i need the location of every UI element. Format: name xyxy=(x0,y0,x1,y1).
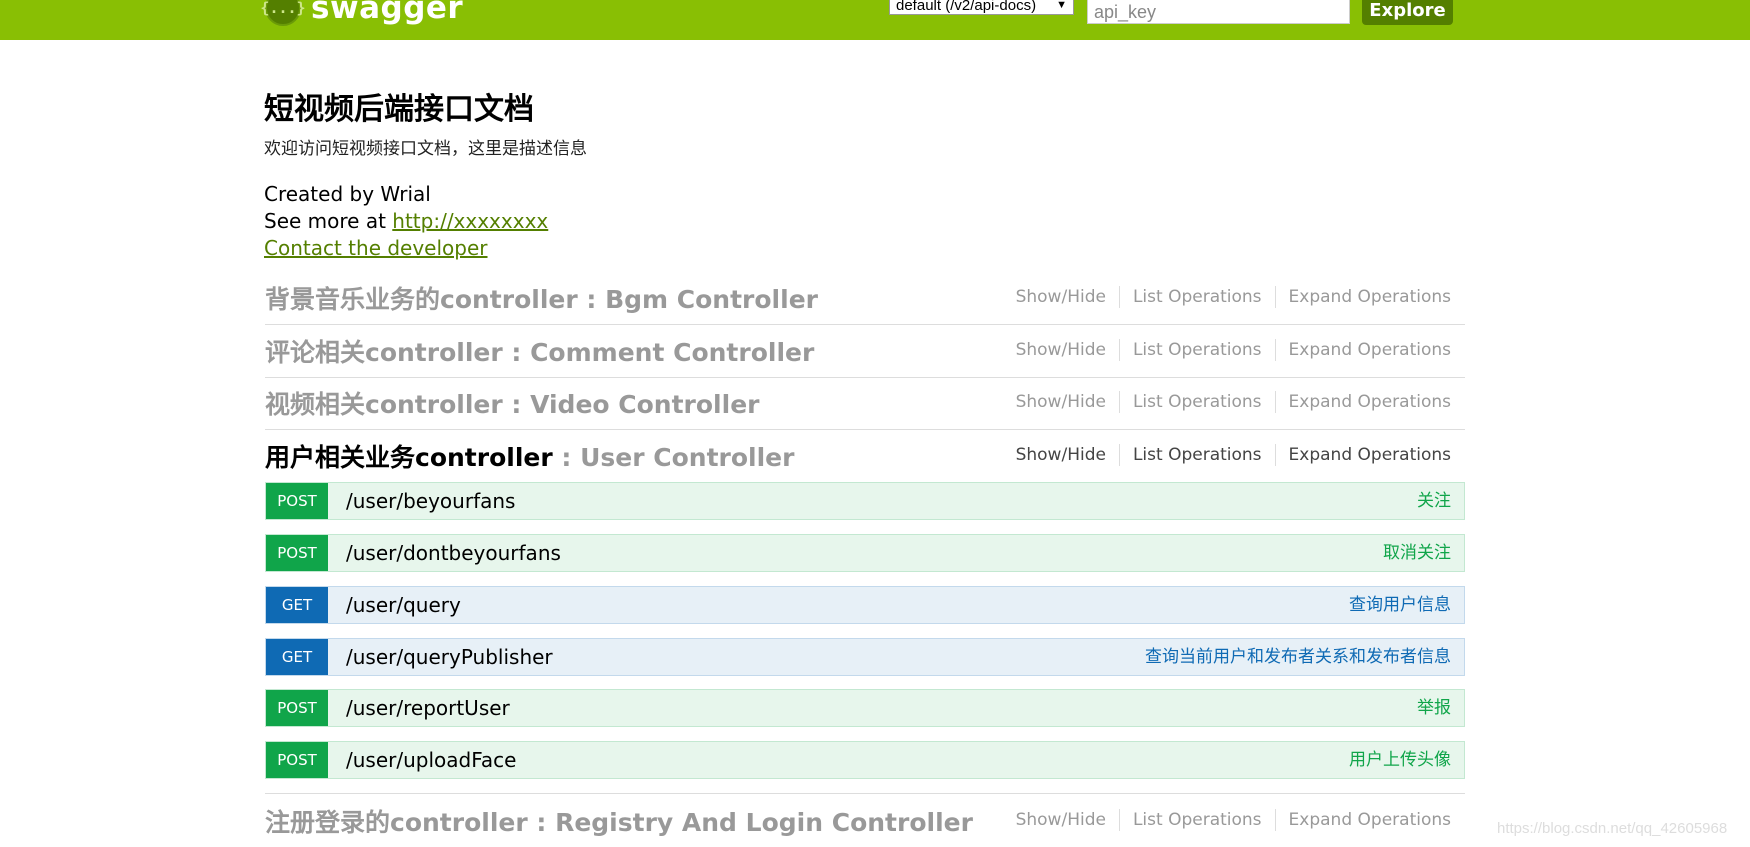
method-badge-post[interactable]: POST xyxy=(266,742,328,778)
method-badge-get[interactable]: GET xyxy=(266,639,328,675)
page-title: 短视频后端接口文档 xyxy=(264,92,534,127)
operation-row[interactable]: GET /user/queryPublisher 查询当前用户和发布者关系和发布… xyxy=(265,638,1465,676)
resource-title[interactable]: 注册登录的controller : Registry And Login Con… xyxy=(265,803,973,839)
explore-button[interactable]: Explore xyxy=(1362,0,1453,25)
expand-operations-link[interactable]: Expand Operations xyxy=(1289,340,1451,360)
spec-select-value: default (/v2/api-docs) xyxy=(896,0,1037,14)
top-bar: {...} swagger default (/v2/api-docs) ▼ a… xyxy=(0,0,1750,40)
show-hide-link[interactable]: Show/Hide xyxy=(1016,392,1106,412)
resource-title[interactable]: 用户相关业务controller : User Controller xyxy=(265,438,794,474)
show-hide-link[interactable]: Show/Hide xyxy=(1016,445,1106,465)
operation-summary[interactable]: 用户上传头像 xyxy=(1349,742,1451,778)
method-badge-post[interactable]: POST xyxy=(266,690,328,726)
operation-row[interactable]: POST /user/reportUser 举报 xyxy=(265,689,1465,727)
resource-registry-login-controller: 注册登录的controller : Registry And Login Con… xyxy=(265,795,1465,847)
list-operations-link[interactable]: List Operations xyxy=(1133,340,1262,360)
resource-actions: Show/Hide List Operations Expand Operati… xyxy=(1016,444,1451,466)
expand-operations-link[interactable]: Expand Operations xyxy=(1289,445,1451,465)
api-key-input[interactable]: api_key xyxy=(1087,0,1350,24)
operation-summary[interactable]: 关注 xyxy=(1417,483,1451,519)
api-description: 欢迎访问短视频接口文档，这里是描述信息 xyxy=(264,139,587,159)
operation-path[interactable]: /user/uploadFace xyxy=(346,742,516,778)
method-badge-post[interactable]: POST xyxy=(266,483,328,519)
see-more-line: See more at http://xxxxxxxx xyxy=(264,209,548,233)
operation-row[interactable]: POST /user/dontbeyourfans 取消关注 xyxy=(265,534,1465,572)
created-by: Created by Wrial xyxy=(264,182,431,206)
spec-select[interactable]: default (/v2/api-docs) ▼ xyxy=(889,0,1074,15)
show-hide-link[interactable]: Show/Hide xyxy=(1016,340,1106,360)
method-badge-post[interactable]: POST xyxy=(266,535,328,571)
operation-row[interactable]: POST /user/beyourfans 关注 xyxy=(265,482,1465,520)
resource-title[interactable]: 背景音乐业务的controller : Bgm Controller xyxy=(265,280,818,316)
operation-row[interactable]: GET /user/query 查询用户信息 xyxy=(265,586,1465,624)
operation-path[interactable]: /user/reportUser xyxy=(346,690,510,726)
resource-user-controller: 用户相关业务controller : User Controller Show/… xyxy=(265,430,1465,482)
operation-path[interactable]: /user/dontbeyourfans xyxy=(346,535,561,571)
resource-actions: Show/Hide List Operations Expand Operati… xyxy=(1016,286,1451,308)
operation-path[interactable]: /user/queryPublisher xyxy=(346,639,553,675)
list-operations-link[interactable]: List Operations xyxy=(1133,810,1262,830)
divider xyxy=(265,793,1465,794)
show-hide-link[interactable]: Show/Hide xyxy=(1016,810,1106,830)
swagger-logo-text: swagger xyxy=(311,0,464,26)
resource-title[interactable]: 评论相关controller : Comment Controller xyxy=(265,333,814,369)
resource-bgm-controller: 背景音乐业务的controller : Bgm Controller Show/… xyxy=(265,272,1465,325)
contact-developer-link[interactable]: Contact the developer xyxy=(264,236,488,260)
swagger-logo-icon: {...} xyxy=(260,0,306,26)
see-more-link[interactable]: http://xxxxxxxx xyxy=(392,209,548,233)
watermark: https://blog.csdn.net/qq_42605968 xyxy=(1497,820,1728,837)
list-operations-link[interactable]: List Operations xyxy=(1133,392,1262,412)
operation-path[interactable]: /user/beyourfans xyxy=(346,483,515,519)
show-hide-link[interactable]: Show/Hide xyxy=(1016,287,1106,307)
list-operations-link[interactable]: List Operations xyxy=(1133,445,1262,465)
method-badge-get[interactable]: GET xyxy=(266,587,328,623)
resource-title[interactable]: 视频相关controller : Video Controller xyxy=(265,385,759,421)
expand-operations-link[interactable]: Expand Operations xyxy=(1289,810,1451,830)
operation-row[interactable]: POST /user/uploadFace 用户上传头像 xyxy=(265,741,1465,779)
operation-path[interactable]: /user/query xyxy=(346,587,461,623)
resource-actions: Show/Hide List Operations Expand Operati… xyxy=(1016,391,1451,413)
contact-line: Contact the developer xyxy=(264,236,488,260)
operation-summary[interactable]: 查询当前用户和发布者关系和发布者信息 xyxy=(1145,639,1451,675)
swagger-logo[interactable]: {...} swagger xyxy=(260,0,464,28)
resource-video-controller: 视频相关controller : Video Controller Show/H… xyxy=(265,377,1465,430)
list-operations-link[interactable]: List Operations xyxy=(1133,287,1262,307)
expand-operations-link[interactable]: Expand Operations xyxy=(1289,392,1451,412)
operation-summary[interactable]: 查询用户信息 xyxy=(1349,587,1451,623)
resource-comment-controller: 评论相关controller : Comment Controller Show… xyxy=(265,325,1465,378)
expand-operations-link[interactable]: Expand Operations xyxy=(1289,287,1451,307)
see-more-prefix: See more at xyxy=(264,209,393,233)
resource-actions: Show/Hide List Operations Expand Operati… xyxy=(1016,339,1451,361)
chevron-down-icon: ▼ xyxy=(1056,0,1067,11)
operation-summary[interactable]: 举报 xyxy=(1417,690,1451,726)
operation-summary[interactable]: 取消关注 xyxy=(1383,535,1451,571)
resource-actions: Show/Hide List Operations Expand Operati… xyxy=(1016,809,1451,831)
